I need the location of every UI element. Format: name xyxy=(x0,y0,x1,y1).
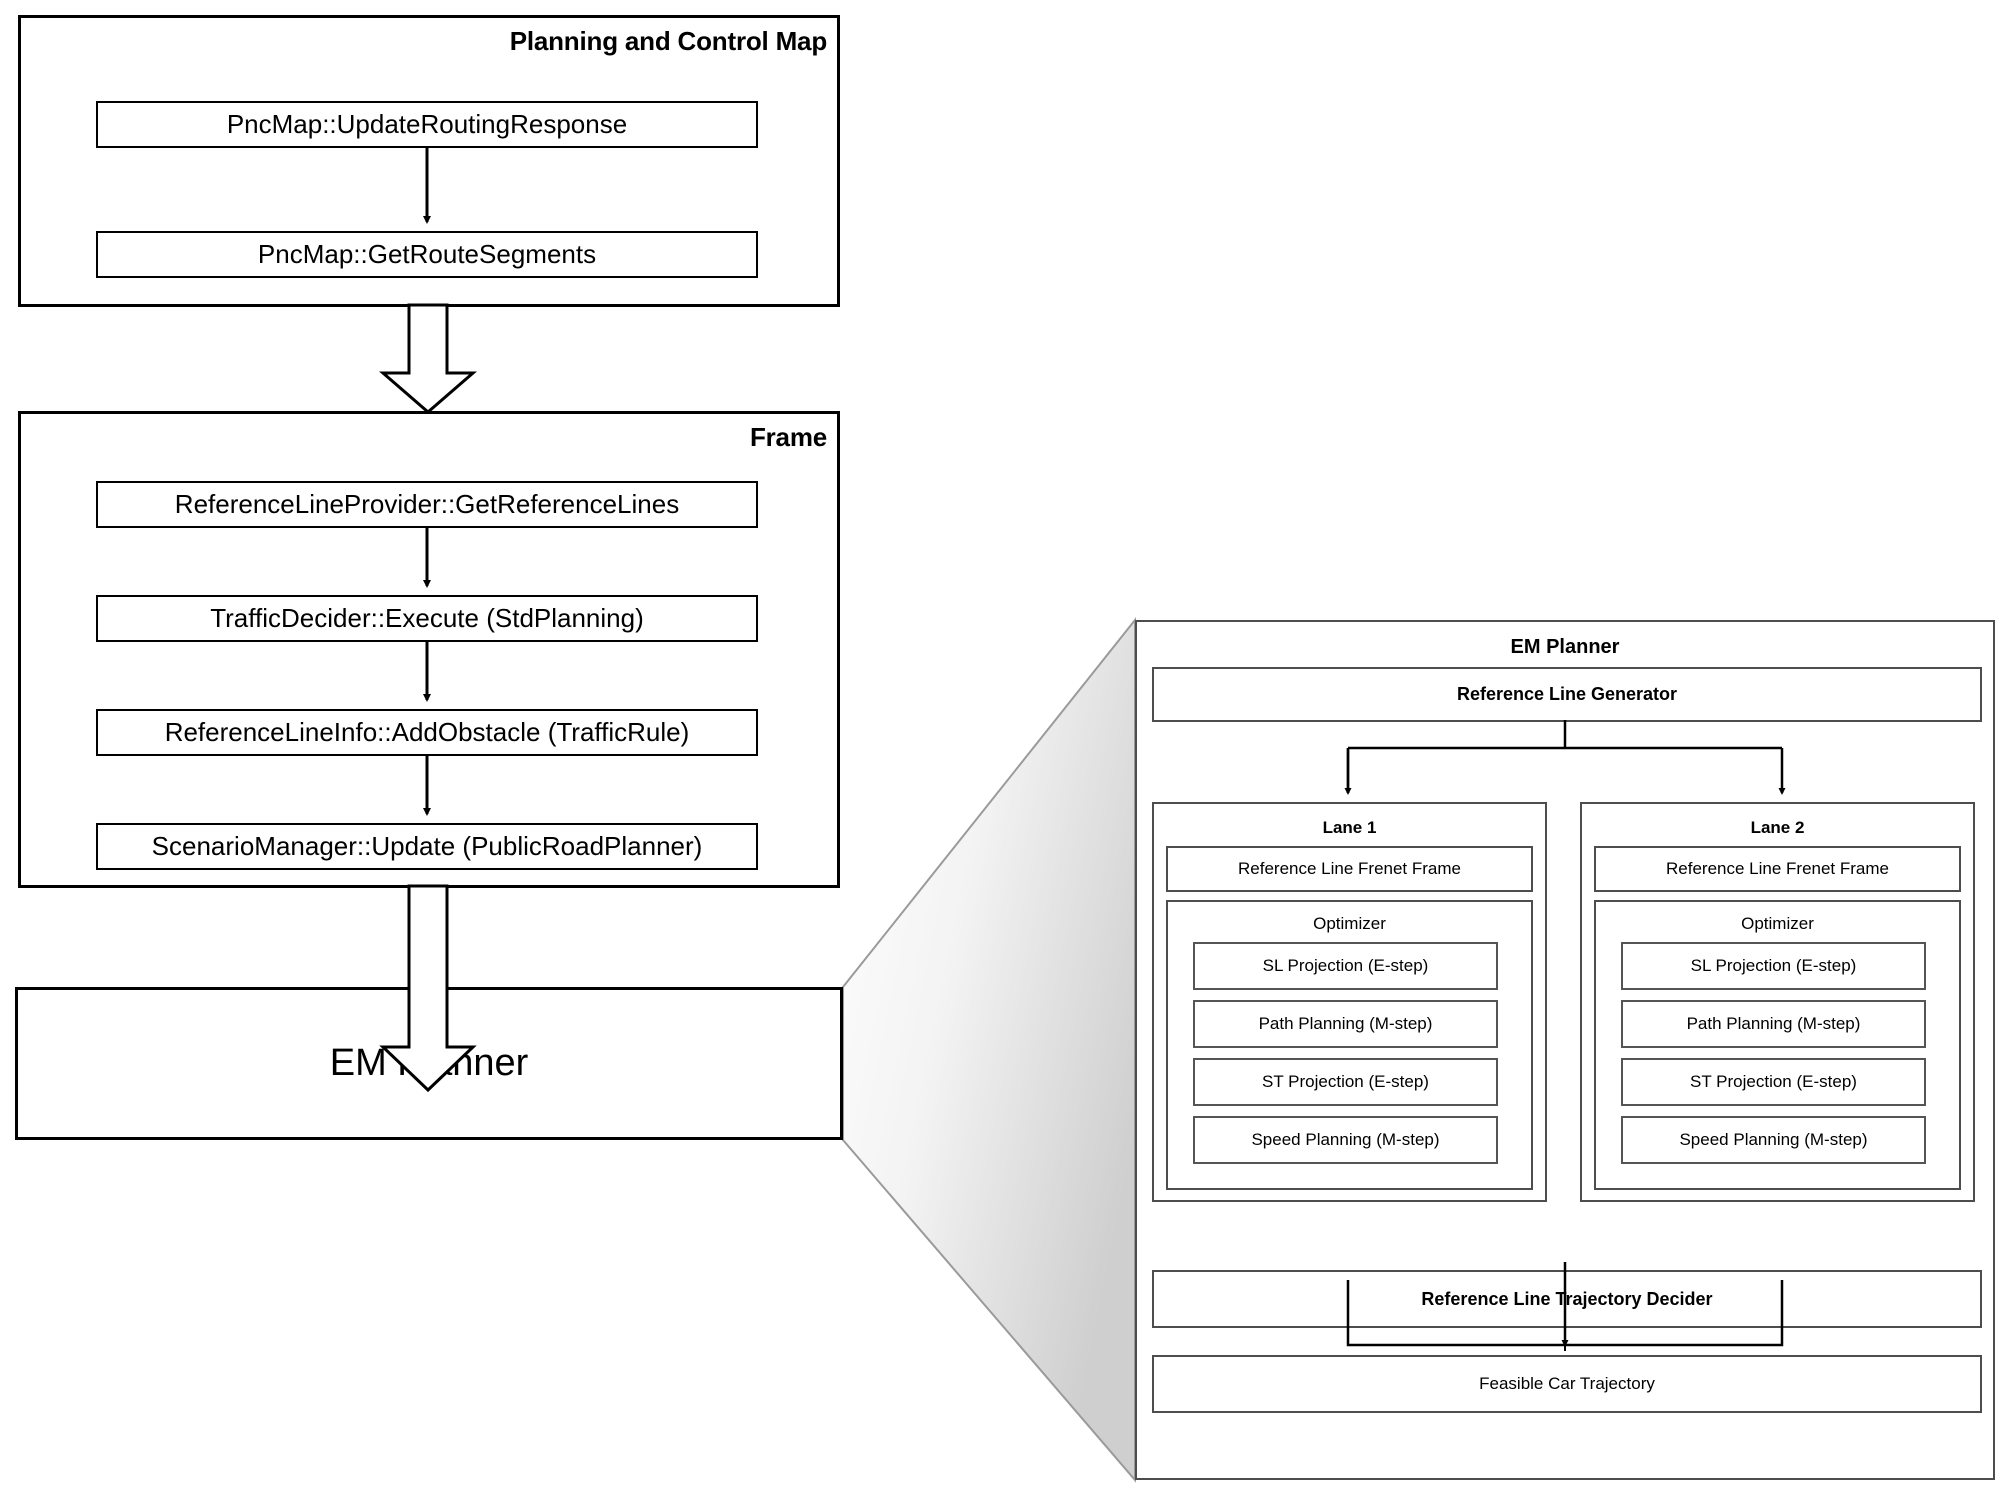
lane-1-step-st-projection[interactable]: ST Projection (E-step) xyxy=(1193,1058,1498,1106)
lane-1-frenet-frame-label: Reference Line Frenet Frame xyxy=(1238,859,1461,878)
step-box-referencelineprovider-getreferencelines[interactable]: ReferenceLineProvider::GetReferenceLines xyxy=(96,481,758,528)
em-planner-summary-box[interactable]: EM Planner xyxy=(15,987,843,1140)
step-label: SL Projection (E-step) xyxy=(1262,956,1429,975)
group-title-frame: Frame xyxy=(749,422,827,452)
step-label: ST Projection (E-step) xyxy=(1262,1072,1429,1091)
em-planner-detail-panel: EM Planner Reference Line Generator Lane… xyxy=(1135,620,1995,1480)
lane-2-step-speed-planning[interactable]: Speed Planning (M-step) xyxy=(1621,1116,1926,1164)
reference-line-trajectory-decider-label: Reference Line Trajectory Decider xyxy=(1421,1288,1713,1309)
lane-1-optimizer-box: Optimizer SL Projection (E-step) Path Pl… xyxy=(1166,900,1533,1190)
feasible-car-trajectory-box[interactable]: Feasible Car Trajectory xyxy=(1152,1355,1982,1413)
lane-1-box: Lane 1 Reference Line Frenet Frame Optim… xyxy=(1152,802,1547,1202)
step-label: TrafficDecider::Execute (StdPlanning) xyxy=(210,603,644,633)
step-label: Path Planning (M-step) xyxy=(1686,1014,1861,1033)
step-label: Speed Planning (M-step) xyxy=(1251,1130,1440,1149)
lane-2-optimizer-title: Optimizer xyxy=(1741,914,1814,933)
lane-2-frenet-frame-label: Reference Line Frenet Frame xyxy=(1666,859,1889,878)
lane-2-step-sl-projection[interactable]: SL Projection (E-step) xyxy=(1621,942,1926,990)
diagram-canvas: Planning and Control Map PncMap::UpdateR… xyxy=(0,0,2012,1498)
em-planner-summary-label: EM Planner xyxy=(329,1042,529,1084)
lane-1-step-path-planning[interactable]: Path Planning (M-step) xyxy=(1193,1000,1498,1048)
lane-2-title: Lane 2 xyxy=(1750,818,1805,837)
step-box-pncmap-updateroutingresponse[interactable]: PncMap::UpdateRoutingResponse xyxy=(96,101,758,148)
step-label: ReferenceLineProvider::GetReferenceLines xyxy=(174,489,680,519)
step-label: Speed Planning (M-step) xyxy=(1679,1130,1868,1149)
step-label: ReferenceLineInfo::AddObstacle (TrafficR… xyxy=(164,717,690,747)
detail-panel-title: EM Planner xyxy=(1510,636,1620,658)
reference-line-generator-label: Reference Line Generator xyxy=(1456,684,1678,704)
lane-1-title: Lane 1 xyxy=(1322,818,1377,837)
lane-2-step-path-planning[interactable]: Path Planning (M-step) xyxy=(1621,1000,1926,1048)
lane-1-step-speed-planning[interactable]: Speed Planning (M-step) xyxy=(1193,1116,1498,1164)
lane-1-optimizer-title: Optimizer xyxy=(1313,914,1386,933)
step-label: ScenarioManager::Update (PublicRoadPlann… xyxy=(151,831,703,861)
step-box-pncmap-getroutesegments[interactable]: PncMap::GetRouteSegments xyxy=(96,231,758,278)
step-box-trafficdecider-execute[interactable]: TrafficDecider::Execute (StdPlanning) xyxy=(96,595,758,642)
step-label: PncMap::UpdateRoutingResponse xyxy=(226,109,628,139)
step-label: SL Projection (E-step) xyxy=(1690,956,1857,975)
lane-2-box: Lane 2 Reference Line Frenet Frame Optim… xyxy=(1580,802,1975,1202)
reference-line-trajectory-decider-box[interactable]: Reference Line Trajectory Decider xyxy=(1152,1270,1982,1328)
step-box-referencelineinfo-addobstacle[interactable]: ReferenceLineInfo::AddObstacle (TrafficR… xyxy=(96,709,758,756)
lane-1-frenet-frame-box[interactable]: Reference Line Frenet Frame xyxy=(1166,846,1533,892)
step-box-scenariomanager-update[interactable]: ScenarioManager::Update (PublicRoadPlann… xyxy=(96,823,758,870)
step-label: PncMap::GetRouteSegments xyxy=(257,239,597,269)
callout-wedge xyxy=(842,617,1136,1483)
lane-1-step-sl-projection[interactable]: SL Projection (E-step) xyxy=(1193,942,1498,990)
lane-2-frenet-frame-box[interactable]: Reference Line Frenet Frame xyxy=(1594,846,1961,892)
reference-line-generator-box[interactable]: Reference Line Generator xyxy=(1152,667,1982,722)
block-arrow-map-to-frame xyxy=(378,303,478,414)
step-label: Path Planning (M-step) xyxy=(1258,1014,1433,1033)
lane-2-optimizer-box: Optimizer SL Projection (E-step) Path Pl… xyxy=(1594,900,1961,1190)
lane-2-step-st-projection[interactable]: ST Projection (E-step) xyxy=(1621,1058,1926,1106)
feasible-car-trajectory-label: Feasible Car Trajectory xyxy=(1479,1374,1655,1393)
group-title-planning-and-control-map: Planning and Control Map xyxy=(509,26,827,56)
step-label: ST Projection (E-step) xyxy=(1690,1072,1857,1091)
